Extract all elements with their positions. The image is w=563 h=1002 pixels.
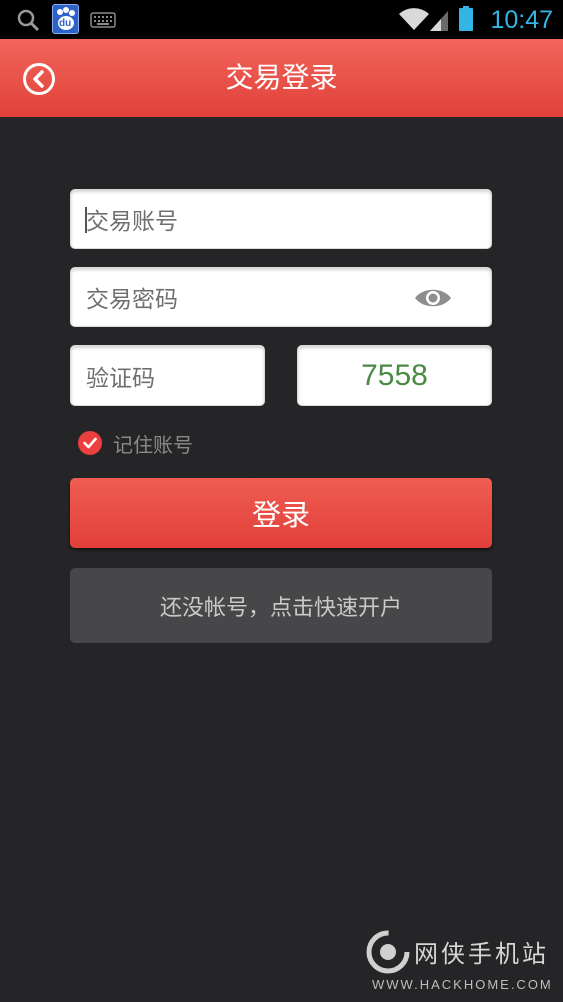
battery-icon xyxy=(459,6,473,31)
wifi-icon xyxy=(399,8,429,31)
checkbox-checked-icon[interactable] xyxy=(78,431,102,455)
baidu-app-icon: du xyxy=(52,4,79,34)
login-button[interactable]: 登录 xyxy=(70,478,492,548)
status-bar: du 10:47 xyxy=(0,0,563,39)
remember-account-toggle[interactable]: 记住账号 xyxy=(78,430,193,457)
password-input[interactable]: 交易密码 xyxy=(70,267,492,327)
watermark-url: WWW.HACKHOME.COM xyxy=(372,977,553,992)
password-placeholder: 交易密码 xyxy=(86,287,178,313)
signal-icon xyxy=(430,11,448,31)
baidu-text: du xyxy=(59,18,72,29)
keyboard-icon xyxy=(90,12,116,28)
account-input[interactable]: 交易账号 xyxy=(70,189,492,249)
captcha-code: 7558 xyxy=(361,358,428,392)
app-header: 交易登录 xyxy=(0,39,563,117)
account-placeholder: 交易账号 xyxy=(86,209,178,235)
captcha-placeholder: 验证码 xyxy=(86,365,155,392)
eye-icon[interactable] xyxy=(413,285,453,311)
remember-account-label: 记住账号 xyxy=(113,432,193,457)
watermark-name: 网侠手机站 xyxy=(414,940,549,968)
captcha-input[interactable]: 验证码 xyxy=(70,345,265,406)
captcha-code-box[interactable]: 7558 xyxy=(297,345,492,406)
status-time: 10:47 xyxy=(490,6,553,34)
quick-register-button[interactable]: 还没帐号，点击快速开户 xyxy=(70,568,492,643)
search-icon xyxy=(17,9,40,32)
page-title: 交易登录 xyxy=(225,61,338,94)
watermark-logo-icon xyxy=(366,930,410,974)
